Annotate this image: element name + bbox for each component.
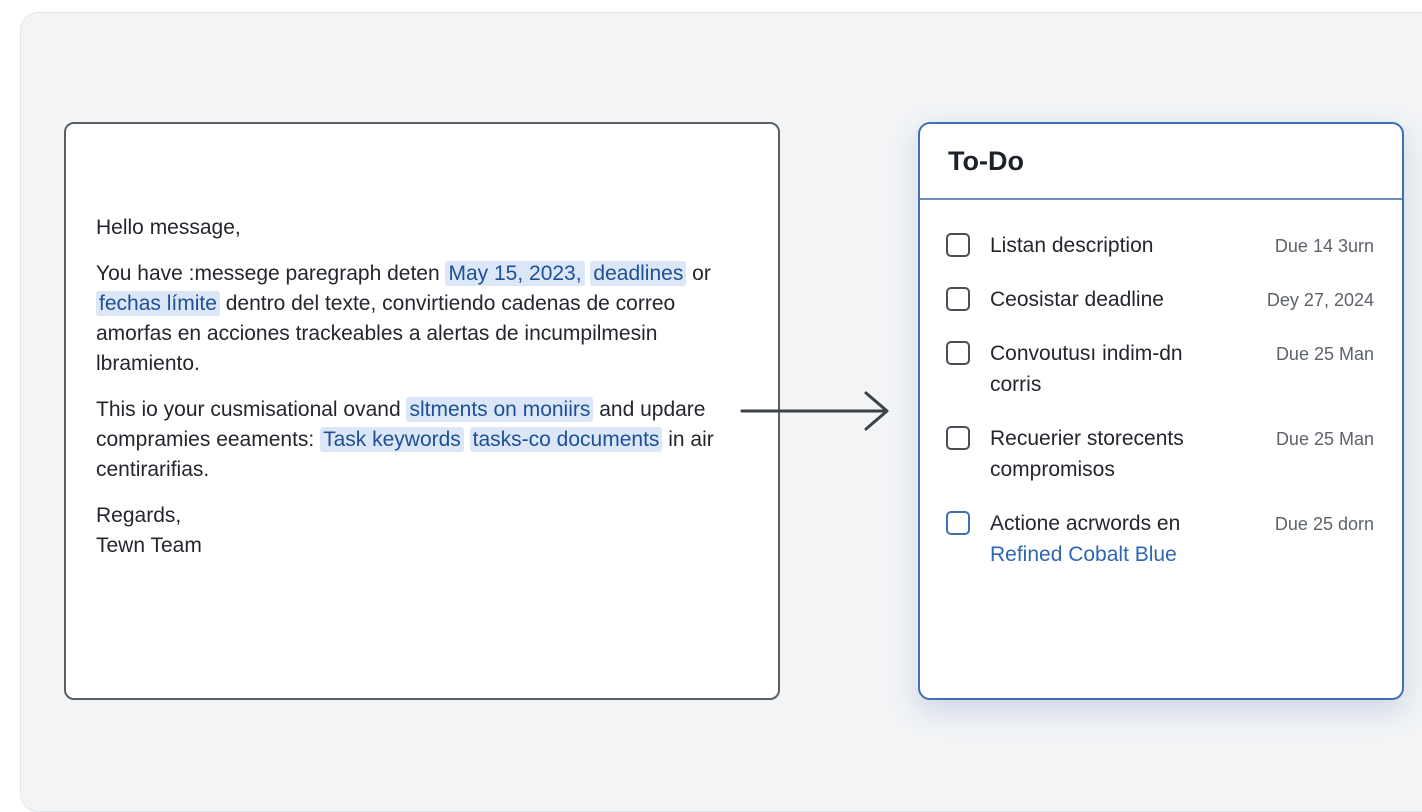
todo-item[interactable]: Actione acrwords en Refined Cobalt Blue D…	[920, 508, 1402, 568]
highlighted-keyword-task[interactable]: Task keywords	[320, 427, 464, 452]
todo-title: To-Do	[948, 145, 1024, 176]
email-greeting: Hello message,	[96, 216, 241, 239]
email-message-card: Hello message, You have :messege paregra…	[64, 122, 780, 700]
email-closing: Regards, Tewn Team	[96, 501, 756, 561]
highlighted-keyword-deadlines[interactable]: deadlines	[590, 261, 687, 286]
highlighted-keyword-sltments[interactable]: sltments on moniirs	[406, 397, 594, 422]
todo-item-link[interactable]: Refined Cobalt Blue	[990, 543, 1177, 566]
todo-item[interactable]: Convoutusı indim-dn corris Due 25 Man	[920, 338, 1402, 398]
right-arrow-icon	[740, 391, 889, 431]
todo-item-text: Recuerier storecents compromisos	[990, 427, 1184, 481]
todo-item-text: Listan description	[990, 234, 1154, 257]
todo-item-due: Due 25 dorn	[1274, 514, 1374, 534]
todo-item-text: Actione acrwords en	[990, 512, 1181, 535]
todo-item[interactable]: Ceosistar deadline Dey 27, 2024	[920, 284, 1402, 344]
checkbox-unchecked-icon[interactable]	[946, 426, 970, 450]
email-paragraph-2: This io your cusmisational ovand sltment…	[96, 395, 756, 485]
checkbox-unchecked-icon[interactable]	[946, 287, 970, 311]
todo-item-due: Due 25 Man	[1275, 344, 1374, 364]
highlighted-date[interactable]: May 15, 2023,	[445, 261, 585, 286]
email-paragraph-1: You have :messege paregraph deten May 15…	[96, 259, 756, 379]
todo-item-text: Ceosistar deadline	[990, 288, 1164, 311]
email-body: Hello message, You have :messege paregra…	[96, 213, 756, 577]
checkbox-unchecked-icon[interactable]	[946, 341, 970, 365]
checkbox-unchecked-icon[interactable]	[946, 233, 970, 257]
email-text: You have :messege paregraph deten	[96, 262, 446, 285]
highlighted-keyword-documents[interactable]: tasks-co documents	[469, 427, 663, 452]
todo-item-text: Convoutusı indim-dn corris	[990, 342, 1183, 396]
todo-item-due: Due 14 3urn	[1274, 236, 1374, 256]
todo-header: To-Do	[920, 124, 1402, 200]
email-signoff: Regards,	[96, 504, 182, 527]
todo-item[interactable]: Listan description Due 14 3urn	[920, 230, 1402, 290]
checkbox-unchecked-icon[interactable]	[946, 511, 970, 535]
todo-item-text-wrap: Actione acrwords en Refined Cobalt Blue	[990, 508, 1230, 570]
email-signature: Tewn Team	[96, 534, 202, 557]
email-text: or	[686, 262, 711, 285]
todo-panel: To-Do Listan description Due 14 3urn Ceo…	[918, 122, 1404, 700]
todo-item-due: Dey 27, 2024	[1266, 290, 1374, 310]
highlighted-keyword-fechas[interactable]: fechas límite	[96, 291, 220, 316]
email-text: This io your cusmisational ovand	[96, 398, 407, 421]
todo-item[interactable]: Recuerier storecents compromisos Due 25 …	[920, 423, 1402, 483]
todo-item-due: Due 25 Man	[1275, 429, 1374, 449]
